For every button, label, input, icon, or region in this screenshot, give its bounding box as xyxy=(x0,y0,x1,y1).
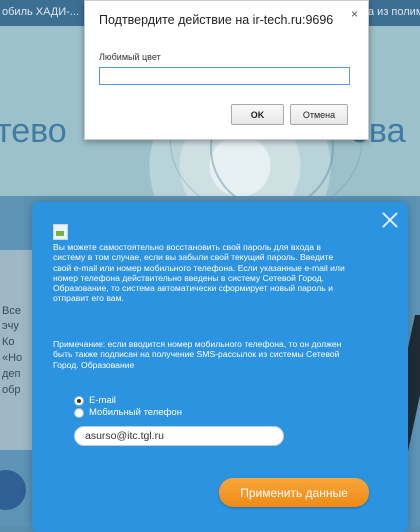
dialog-field-label: Любимый цвет xyxy=(99,52,161,62)
background-left-line: «Но xyxy=(2,352,23,364)
background-left-line: Ко xyxy=(2,336,15,348)
dialog-input[interactable] xyxy=(99,67,350,85)
radio-phone-label: Мобильный телефон xyxy=(89,407,182,418)
cancel-button[interactable]: Отмена xyxy=(290,104,348,125)
background-left-line: эчу xyxy=(2,320,19,332)
broken-image-icon xyxy=(53,224,68,240)
close-icon[interactable] xyxy=(380,210,400,230)
background-left-panel: Все эчу Ко «Но деп обр xyxy=(0,250,32,450)
background-left-line: Все xyxy=(2,305,21,317)
dialog-title: Подтвердите действие на ir-tech.ru:9696 xyxy=(99,13,334,27)
radio-email-label: E-mail xyxy=(89,395,116,406)
background-tab-right[interactable]: а из полиме xyxy=(368,6,420,18)
background-title-left: тево xyxy=(0,112,67,150)
dialog-close-icon[interactable]: × xyxy=(351,7,358,21)
radio-phone[interactable] xyxy=(74,407,84,418)
background-left-line: деп xyxy=(2,368,21,380)
recovery-note: Примечание: если вводится номер мобильно… xyxy=(53,339,342,370)
background-left-line: обр xyxy=(2,384,21,396)
radio-email-row[interactable]: E-mail xyxy=(74,395,116,406)
confirm-dialog: Подтвердите действие на ir-tech.ru:9696 … xyxy=(84,0,369,140)
email-input[interactable] xyxy=(74,426,284,446)
ok-button[interactable]: OK xyxy=(231,104,284,125)
radio-email[interactable] xyxy=(74,395,84,406)
apply-button[interactable]: Применить данные xyxy=(219,478,369,507)
recovery-description: Вы можете самостоятельно восстановить св… xyxy=(53,242,345,304)
radio-phone-row[interactable]: Мобильный телефон xyxy=(74,407,182,418)
background-tab-left[interactable]: обиль ХАДИ-... xyxy=(2,6,79,18)
